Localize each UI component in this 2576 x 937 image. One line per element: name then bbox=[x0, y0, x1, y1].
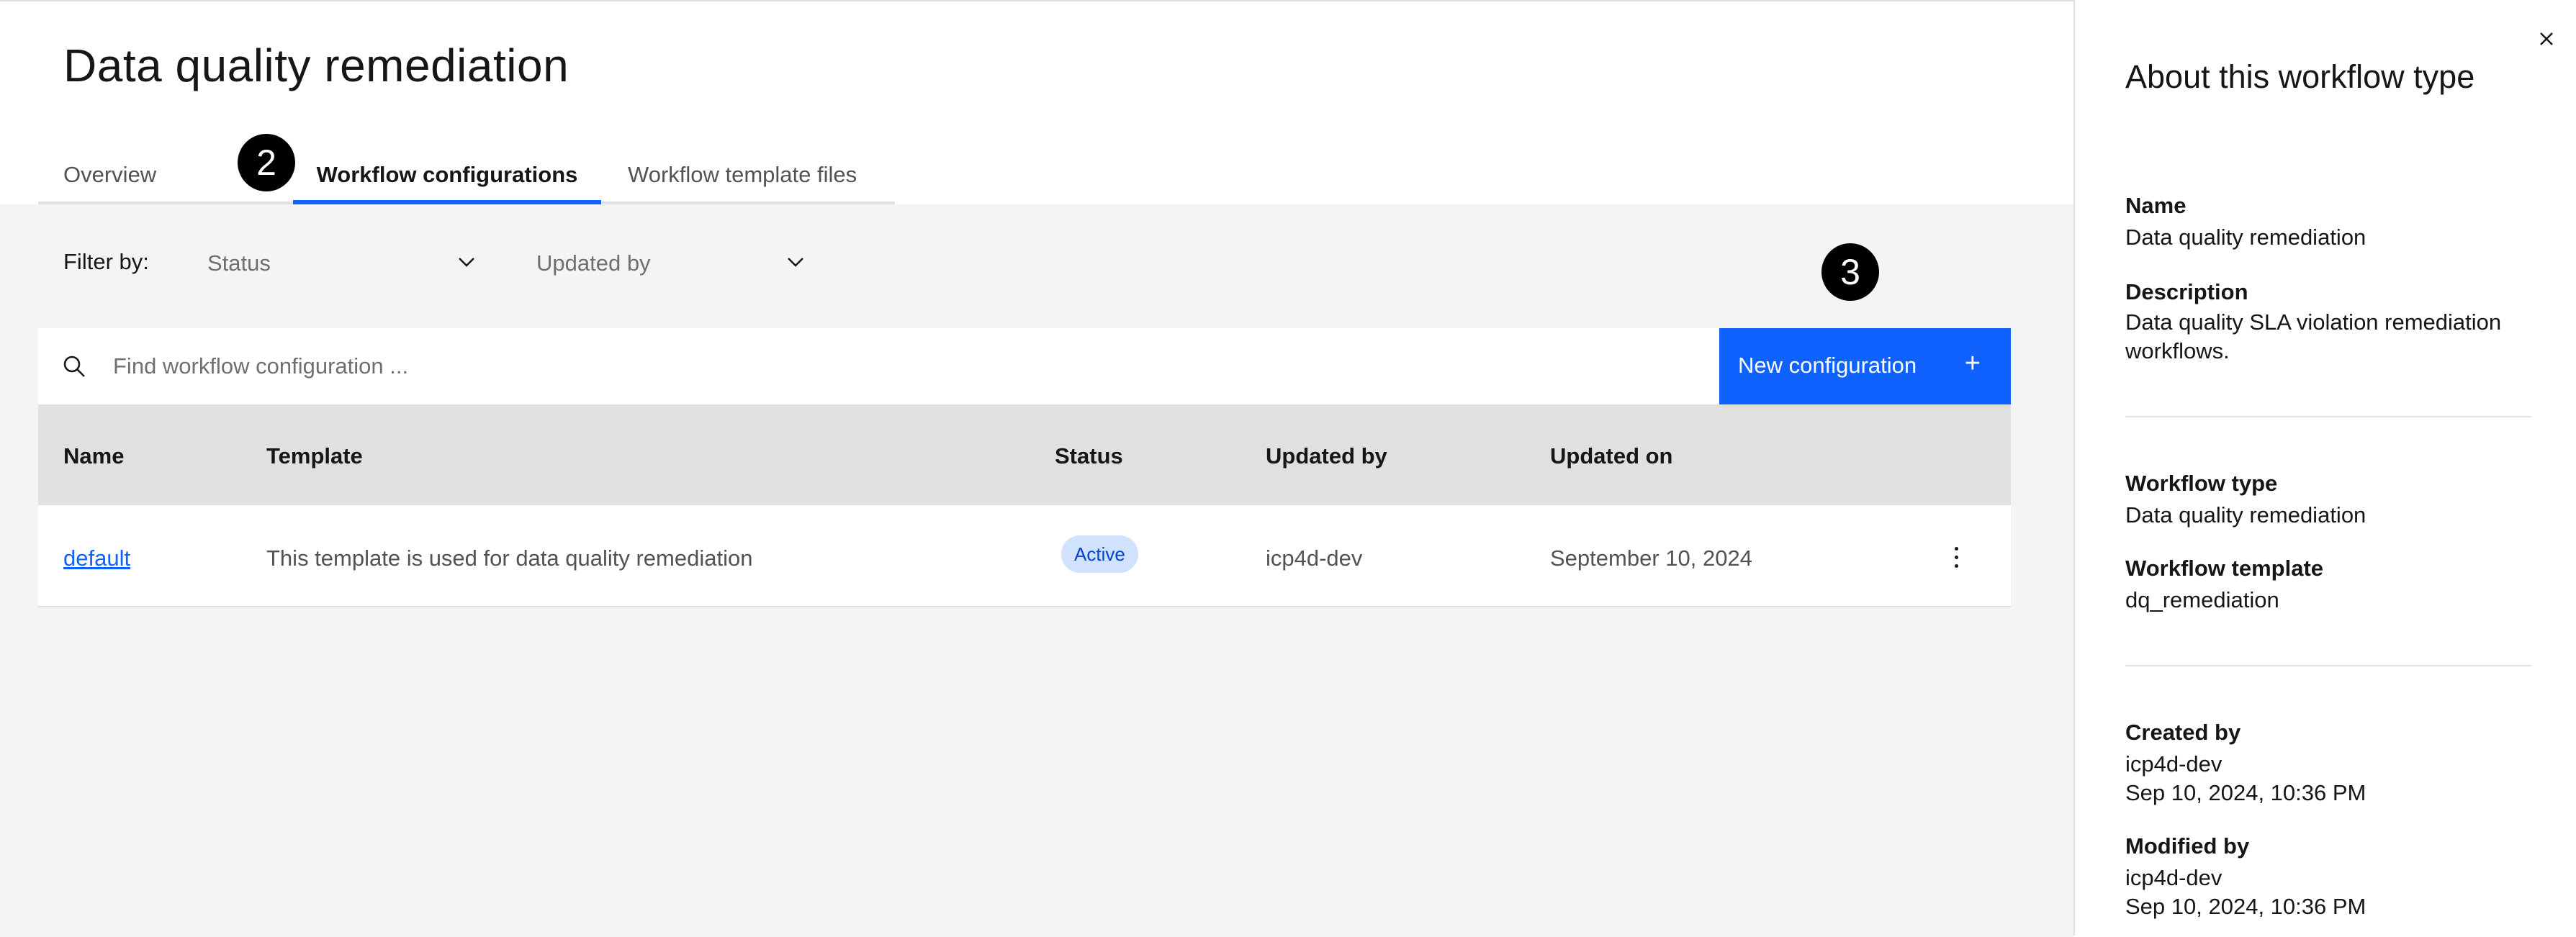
filter-label: Filter by: bbox=[63, 249, 149, 274]
details-side-panel: About this workflow type Name Data quali… bbox=[2073, 0, 2576, 936]
modified-by-date: Sep 10, 2024, 10:36 PM bbox=[2125, 894, 2366, 919]
workflow-type-value: Data quality remediation bbox=[2125, 502, 2366, 528]
table-header: Name Template Status Updated by Updated … bbox=[38, 404, 2011, 505]
name-label: Name bbox=[2125, 193, 2187, 218]
column-header-updated-by[interactable]: Updated by bbox=[1266, 443, 1387, 469]
chevron-down-icon bbox=[459, 258, 474, 267]
column-header-updated-on[interactable]: Updated on bbox=[1550, 443, 1673, 469]
column-header-name[interactable]: Name bbox=[63, 443, 124, 469]
overflow-menu-icon[interactable] bbox=[1942, 537, 1971, 577]
main-area: Data quality remediation Overview Workfl… bbox=[0, 0, 2073, 937]
row-updated-on: September 10, 2024 bbox=[1550, 546, 1752, 571]
row-name-link[interactable]: default bbox=[63, 546, 130, 571]
row-updated-by: icp4d-dev bbox=[1266, 546, 1363, 571]
workflow-template-label: Workflow template bbox=[2125, 556, 2324, 581]
modified-by-label: Modified by bbox=[2125, 833, 2250, 859]
new-configuration-button[interactable]: New configuration + bbox=[1719, 328, 2011, 404]
search-input[interactable] bbox=[113, 328, 1683, 404]
status-filter-dropdown[interactable]: Status bbox=[207, 236, 481, 288]
created-by-label: Created by bbox=[2125, 720, 2241, 745]
updated-by-filter-placeholder: Updated by bbox=[536, 250, 651, 276]
updated-by-filter-dropdown[interactable]: Updated by bbox=[536, 236, 810, 288]
name-value: Data quality remediation bbox=[2125, 225, 2366, 250]
page-title: Data quality remediation bbox=[63, 40, 569, 91]
table-row: default This template is used for data q… bbox=[38, 505, 2011, 607]
divider bbox=[2125, 665, 2531, 666]
close-icon[interactable] bbox=[2532, 24, 2561, 53]
column-header-status[interactable]: Status bbox=[1055, 443, 1123, 469]
search-icon bbox=[63, 356, 85, 377]
created-by-user: icp4d-dev bbox=[2125, 751, 2223, 777]
created-by-date: Sep 10, 2024, 10:36 PM bbox=[2125, 780, 2366, 805]
new-configuration-label: New configuration bbox=[1738, 353, 1917, 378]
callout-badge-3: 3 bbox=[1821, 243, 1879, 301]
add-icon: + bbox=[1964, 348, 1981, 379]
workflow-template-value: dq_remediation bbox=[2125, 587, 2279, 612]
row-template: This template is used for data quality r… bbox=[266, 546, 753, 571]
status-badge: Active bbox=[1061, 535, 1138, 573]
description-label: Description bbox=[2125, 279, 2248, 304]
tab-overview[interactable]: Overview bbox=[63, 138, 156, 204]
content-area: Filter by: Status Updated by New configu… bbox=[0, 204, 2073, 937]
workflow-type-label: Workflow type bbox=[2125, 471, 2278, 496]
tab-bar: Overview Workflow configurations Workflo… bbox=[38, 138, 895, 204]
tab-workflow-template-files[interactable]: Workflow template files bbox=[628, 138, 857, 204]
divider bbox=[2125, 416, 2531, 417]
column-header-template[interactable]: Template bbox=[266, 443, 363, 469]
tab-workflow-configurations[interactable]: Workflow configurations bbox=[293, 138, 601, 204]
table-toolbar: New configuration + bbox=[38, 328, 2011, 404]
status-filter-placeholder: Status bbox=[207, 250, 271, 276]
description-value: Data quality SLA violation remediation w… bbox=[2125, 309, 2502, 363]
panel-title: About this workflow type bbox=[2125, 58, 2475, 95]
modified-by-user: icp4d-dev bbox=[2125, 865, 2223, 890]
callout-badge-2: 2 bbox=[238, 134, 295, 191]
chevron-down-icon bbox=[788, 258, 803, 267]
